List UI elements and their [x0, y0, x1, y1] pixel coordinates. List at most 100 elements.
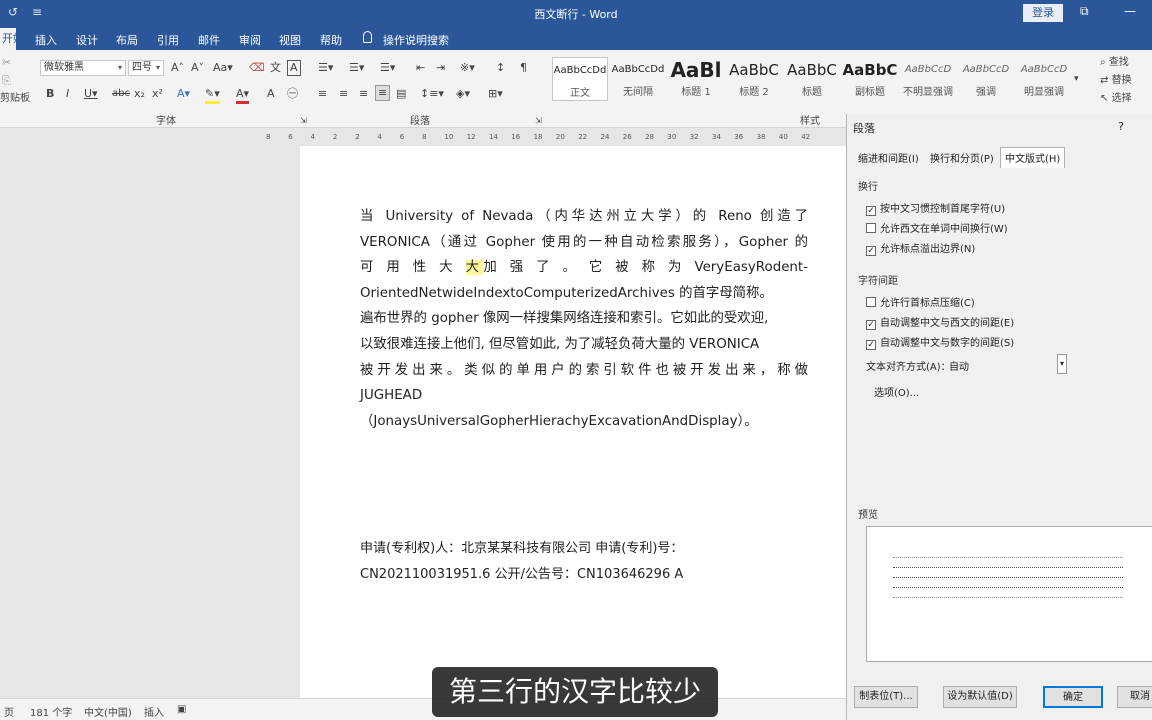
- checkbox-checked[interactable]: ✓: [866, 340, 876, 350]
- styles-more-icon[interactable]: ▾: [1074, 72, 1079, 86]
- find-button[interactable]: ⌕ 查找: [1100, 56, 1129, 70]
- text-alignment-value[interactable]: 自动: [949, 358, 969, 373]
- font-color-icon[interactable]: A▾: [236, 87, 250, 104]
- minimize-icon[interactable]: —: [1124, 4, 1136, 18]
- tab-line-page-breaks[interactable]: 换行和分页(P): [930, 150, 994, 165]
- select-button[interactable]: ↖ 选择: [1100, 92, 1132, 106]
- shrink-font-icon[interactable]: A˅: [191, 61, 204, 75]
- style-option[interactable]: AaBbCcD 强调: [958, 57, 1014, 101]
- tab-references[interactable]: 引用: [157, 32, 179, 48]
- lightbulb-icon: [363, 31, 372, 43]
- tab-asian-typography[interactable]: 中文版式(H): [1000, 147, 1066, 168]
- grow-font-icon[interactable]: A˄: [171, 61, 184, 75]
- spacing-option[interactable]: 允许行首标点压缩(C): [866, 294, 975, 309]
- login-button[interactable]: 登录: [1023, 4, 1063, 22]
- macro-icon[interactable]: ▣: [177, 704, 186, 715]
- tab-review[interactable]: 审阅: [239, 32, 261, 48]
- superscript-icon[interactable]: x²: [152, 87, 163, 101]
- line-spacing-icon[interactable]: ↕≡▾: [420, 87, 444, 101]
- style-option[interactable]: AaBbC 副标题: [842, 57, 898, 101]
- wrap-option[interactable]: ✓ 按中文习惯控制首尾字符(U): [866, 200, 1005, 216]
- tab-design[interactable]: 设计: [76, 32, 98, 48]
- decrease-indent-icon[interactable]: ⇤: [416, 61, 425, 75]
- align-center-icon[interactable]: ≡: [339, 87, 348, 101]
- char-border-icon[interactable]: A: [287, 60, 301, 76]
- align-left-icon[interactable]: ≡: [318, 87, 327, 101]
- font-name-select[interactable]: 微软雅黑 ▾: [40, 60, 126, 76]
- set-default-button[interactable]: 设为默认值(D): [943, 686, 1017, 708]
- asian-layout-icon[interactable]: ※▾: [460, 61, 475, 75]
- checkbox-unchecked[interactable]: [866, 223, 876, 233]
- style-option[interactable]: AaBl 标题 1: [668, 57, 724, 101]
- clear-format-icon[interactable]: ⌫: [249, 61, 265, 75]
- checkbox-checked[interactable]: ✓: [866, 206, 876, 216]
- spacing-option[interactable]: ✓ 自动调整中文与西文的间距(E): [866, 314, 1014, 330]
- chevron-down-icon[interactable]: ▾: [1057, 354, 1067, 374]
- bold-icon[interactable]: B: [46, 87, 54, 101]
- subscript-icon[interactable]: x₂: [134, 87, 145, 101]
- ruler-number: 28: [645, 133, 655, 141]
- underline-icon[interactable]: U▾: [84, 87, 98, 101]
- bullets-icon[interactable]: ☰▾: [318, 61, 333, 75]
- options-button[interactable]: 选项(O)...: [874, 384, 919, 399]
- highlight-icon[interactable]: ✎▾: [205, 87, 220, 104]
- borders-icon[interactable]: ⊞▾: [488, 87, 503, 101]
- format-painter-label[interactable]: 剪贴板: [0, 92, 30, 106]
- spacing-option[interactable]: ✓ 自动调整中文与数字的间距(S): [866, 334, 1014, 350]
- body-paragraph[interactable]: 当 University of Nevada（内华达州立大学）的 Reno 创造…: [360, 204, 808, 434]
- word-count[interactable]: 181 个字: [30, 704, 72, 719]
- show-marks-icon[interactable]: ¶: [520, 61, 527, 75]
- tab-home[interactable]: 开始: [0, 28, 16, 50]
- align-right-icon[interactable]: ≡: [359, 87, 368, 101]
- multilevel-list-icon[interactable]: ☰▾: [380, 61, 395, 75]
- patent-info[interactable]: 申请(专利权)人：北京某某科技有限公司 申请(专利)号： CN202110031…: [360, 536, 820, 588]
- shading-icon[interactable]: ◈▾: [456, 87, 470, 101]
- font-dialog-launcher-icon[interactable]: ⇲: [300, 114, 307, 128]
- enclose-char-icon[interactable]: ㊀: [287, 87, 298, 101]
- distributed-icon[interactable]: ▤: [396, 87, 406, 101]
- tabs-button[interactable]: 制表位(T)...: [854, 686, 918, 708]
- ruler[interactable]: 8 6 4 2 2 4 6 8 10 12 14 16 18 20 22 24 26 28 30 32 34 36 38 40…: [262, 128, 846, 146]
- tell-me-search[interactable]: 操作说明搜索: [383, 32, 449, 48]
- style-option[interactable]: AaBbC 标题 2: [726, 57, 782, 101]
- style-option[interactable]: AaBbCcDd 无间隔: [610, 57, 666, 101]
- sort-icon[interactable]: ↕: [496, 61, 505, 75]
- checkbox-checked[interactable]: ✓: [866, 320, 876, 330]
- language-indicator[interactable]: 中文(中国): [84, 704, 132, 719]
- italic-icon[interactable]: I: [66, 87, 69, 101]
- style-option[interactable]: AaBbC 标题: [784, 57, 840, 101]
- style-option[interactable]: AaBbCcD 明显强调: [1016, 57, 1072, 101]
- tab-indents-spacing[interactable]: 缩进和间距(I): [858, 150, 919, 165]
- cut-icon[interactable]: ✂: [2, 56, 11, 70]
- ok-button[interactable]: 确定: [1043, 686, 1103, 708]
- text-effects-icon[interactable]: A▾: [177, 87, 190, 101]
- style-option[interactable]: AaBbCcDd 正文: [552, 57, 608, 101]
- insert-mode[interactable]: 插入: [144, 704, 164, 719]
- checkbox-checked[interactable]: ✓: [866, 246, 876, 256]
- tab-mailings[interactable]: 邮件: [198, 32, 220, 48]
- help-icon[interactable]: ?: [1118, 120, 1124, 133]
- tab-help[interactable]: 帮助: [320, 32, 342, 48]
- checkbox-unchecked[interactable]: [866, 297, 876, 307]
- tab-insert[interactable]: 插入: [35, 32, 57, 48]
- page-count[interactable]: 页: [4, 704, 14, 719]
- strikethrough-icon[interactable]: abc: [112, 87, 130, 101]
- wrap-option[interactable]: 允许西文在单词中间换行(W): [866, 220, 1008, 235]
- document-page[interactable]: 当 University of Nevada（内华达州立大学）的 Reno 创造…: [300, 146, 846, 698]
- tab-layout[interactable]: 布局: [116, 32, 138, 48]
- char-shading-icon[interactable]: A: [267, 87, 275, 101]
- phonetic-guide-icon[interactable]: 文: [270, 61, 281, 75]
- paragraph-dialog-launcher-icon[interactable]: ⇲: [535, 114, 542, 128]
- copy-icon[interactable]: ⎘: [2, 74, 11, 88]
- style-option[interactable]: AaBbCcD 不明显强调: [900, 57, 956, 101]
- increase-indent-icon[interactable]: ⇥: [436, 61, 445, 75]
- wrap-option[interactable]: ✓ 允许标点溢出边界(N): [866, 240, 975, 256]
- font-size-select[interactable]: 四号 ▾: [128, 60, 164, 76]
- cancel-button[interactable]: 取消: [1117, 686, 1152, 708]
- replace-button[interactable]: ⇄ 替换: [1100, 74, 1132, 88]
- ribbon-display-icon[interactable]: ⧉: [1080, 4, 1089, 19]
- justify-icon[interactable]: ≡: [375, 85, 391, 101]
- tab-view[interactable]: 视图: [279, 32, 301, 48]
- change-case-icon[interactable]: Aa▾: [213, 61, 233, 75]
- numbering-icon[interactable]: ☰▾: [349, 61, 364, 75]
